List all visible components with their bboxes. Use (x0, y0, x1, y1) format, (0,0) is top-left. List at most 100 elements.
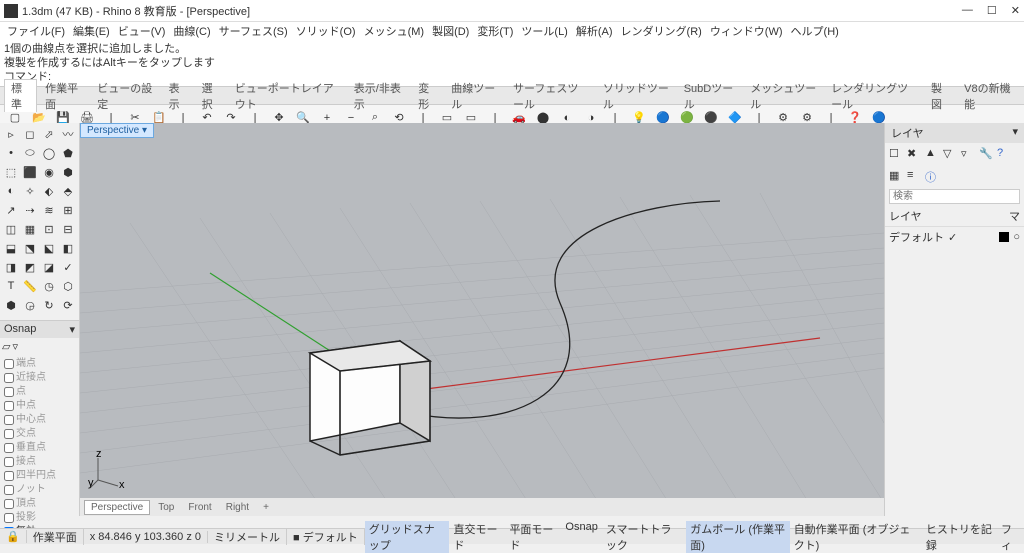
menu-item[interactable]: 解析(A) (573, 23, 616, 39)
tool-button[interactable]: ▹ (2, 125, 20, 143)
lock-icon[interactable]: 🔒 (0, 530, 27, 543)
layer-row[interactable]: デフォルト ✓ ○ (885, 227, 1024, 247)
sb-units[interactable]: ミリメートル (208, 529, 287, 545)
menu-item[interactable]: 変形(T) (474, 23, 516, 39)
tool-button[interactable]: ⬭ (21, 144, 39, 162)
menu-item[interactable]: ビュー(V) (115, 23, 169, 39)
tool-button[interactable]: ⬘ (59, 182, 77, 200)
viewport-tab[interactable]: Top (152, 501, 180, 514)
menu-item[interactable]: ソリッド(O) (293, 23, 359, 39)
tool-button[interactable]: ⬛ (21, 163, 39, 181)
tool-button[interactable]: ◶ (21, 296, 39, 314)
tool-button[interactable]: ✓ (59, 258, 77, 276)
layer-material-circle[interactable]: ○ (1013, 231, 1020, 243)
tool-button[interactable]: ◷ (40, 277, 58, 295)
tool-button[interactable]: T (2, 277, 20, 295)
close-button[interactable]: ✕ (1011, 4, 1020, 17)
layer-new-icon[interactable]: ☐ (889, 147, 903, 161)
tool-button[interactable]: ⬟ (59, 144, 77, 162)
menu-item[interactable]: 曲線(C) (170, 23, 213, 39)
osnap-item[interactable]: 中点 (4, 399, 75, 413)
tool-button[interactable]: ◯ (40, 144, 58, 162)
tool-button[interactable]: ⬢ (59, 163, 77, 181)
status-toggle[interactable]: フィ (997, 521, 1024, 553)
osnap-item[interactable]: 四半円点 (4, 469, 75, 483)
menu-item[interactable]: ウィンドウ(W) (707, 23, 786, 39)
tool-button[interactable]: ↗ (2, 201, 20, 219)
status-toggle[interactable]: 直交モード (449, 521, 505, 553)
tool-button[interactable]: ⬚ (2, 163, 20, 181)
tool-button[interactable]: ⬀ (40, 125, 58, 143)
tool-button[interactable]: ↻ (40, 296, 58, 314)
tool-button[interactable]: ✧ (21, 182, 39, 200)
menu-item[interactable]: レンダリング(R) (618, 23, 705, 39)
layer-help-icon[interactable]: ? (997, 147, 1011, 161)
tool-button[interactable]: ⬕ (40, 239, 58, 257)
tool-button[interactable]: ◫ (2, 220, 20, 238)
osnap-item[interactable]: 点 (4, 385, 75, 399)
tool-button[interactable]: ⇢ (21, 201, 39, 219)
maximize-button[interactable]: ☐ (987, 4, 997, 17)
tool-button[interactable]: ◐ (2, 182, 20, 200)
tool-button[interactable]: ⬖ (40, 182, 58, 200)
layer-tool-icon[interactable]: 🔧 (979, 147, 993, 161)
layer-filter-icon[interactable]: ▿ (961, 147, 975, 161)
viewport-tab[interactable]: Perspective (84, 500, 150, 515)
osnap-item[interactable]: 交点 (4, 427, 75, 441)
viewport-tab[interactable]: Right (220, 501, 255, 514)
tool-button[interactable]: ◻ (21, 125, 39, 143)
status-toggle[interactable]: ヒストリを記録 (922, 521, 997, 553)
menu-item[interactable]: サーフェス(S) (216, 23, 291, 39)
osnap-item[interactable]: 中心点 (4, 413, 75, 427)
tool-button[interactable]: ⊟ (59, 220, 77, 238)
tool-button[interactable]: ⟳ (59, 296, 77, 314)
menu-item[interactable]: 編集(E) (70, 23, 113, 39)
tool-button[interactable]: ⬓ (2, 239, 20, 257)
osnap-toggle-icon[interactable]: ▱ (2, 340, 10, 353)
tool-button[interactable]: ≋ (40, 201, 58, 219)
viewport-tab[interactable]: Front (182, 501, 217, 514)
menu-item[interactable]: 製図(D) (429, 23, 472, 39)
tool-button[interactable]: • (2, 144, 20, 162)
sb-cplane[interactable]: 作業平面 (27, 529, 84, 545)
layer-up-icon[interactable]: ▲ (925, 147, 939, 161)
tool-button[interactable]: ⬔ (21, 239, 39, 257)
osnap-item[interactable]: 近接点 (4, 371, 75, 385)
minimize-button[interactable]: ― (962, 4, 973, 17)
tool-button[interactable]: ◪ (40, 258, 58, 276)
osnap-item[interactable]: 投影 (4, 511, 75, 525)
tool-button[interactable]: ◩ (21, 258, 39, 276)
layer-list-icon[interactable]: ≡ (907, 169, 921, 183)
tool-button[interactable]: ◧ (59, 239, 77, 257)
status-toggle[interactable]: スマートトラック (602, 521, 686, 553)
toolbar-tab[interactable]: V8の新機能 (958, 80, 1020, 112)
tool-button[interactable]: 〰 (59, 125, 77, 143)
layer-down-icon[interactable]: ▽ (943, 147, 957, 161)
tool-button[interactable]: ⊡ (40, 220, 58, 238)
menu-item[interactable]: ファイル(F) (4, 23, 68, 39)
status-toggle[interactable]: 平面モード (505, 521, 561, 553)
sb-layer[interactable]: ■ デフォルト (287, 529, 365, 545)
osnap-item[interactable]: 頂点 (4, 497, 75, 511)
viewport-label[interactable]: Perspective ▾ (80, 123, 154, 138)
tool-button[interactable]: ⬡ (59, 277, 77, 295)
menu-item[interactable]: ツール(L) (518, 23, 570, 39)
osnap-item[interactable]: 端点 (4, 357, 75, 371)
layer-info-icon[interactable]: ⓘ (925, 169, 939, 183)
tool-button[interactable]: ⊞ (59, 201, 77, 219)
osnap-dropdown-icon[interactable]: ▾ (69, 323, 75, 336)
osnap-item[interactable]: 垂直点 (4, 441, 75, 455)
osnap-item[interactable]: ノット (4, 483, 75, 497)
viewport-tab[interactable]: + (257, 501, 275, 514)
osnap-filter-icon[interactable]: ▿ (12, 340, 18, 353)
tool-button[interactable]: 📏 (21, 277, 39, 295)
tool-button[interactable]: ◉ (40, 163, 58, 181)
layer-delete-icon[interactable]: ✖ (907, 147, 921, 161)
toolbar-tab[interactable]: 製図 (925, 80, 956, 112)
layer-search-input[interactable] (889, 189, 1020, 204)
osnap-item[interactable]: 接点 (4, 455, 75, 469)
viewport[interactable]: Perspective ▾ (80, 123, 884, 516)
status-toggle[interactable]: Osnap (561, 521, 601, 553)
status-toggle[interactable]: ガムボール (作業平面) (686, 521, 789, 553)
status-toggle[interactable]: グリッドスナップ (365, 521, 450, 553)
